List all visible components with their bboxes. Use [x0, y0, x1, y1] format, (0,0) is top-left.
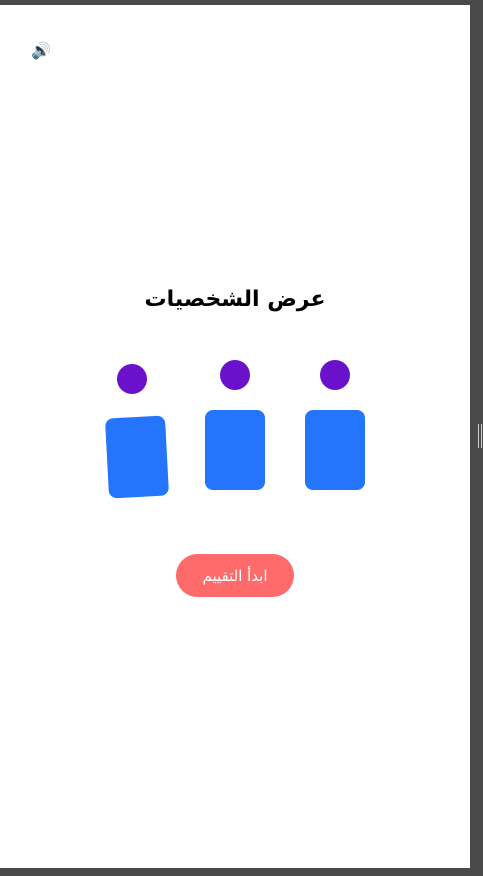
page-title: عرض الشخصيات — [144, 287, 326, 312]
character-head — [320, 360, 350, 390]
character-body — [104, 415, 170, 499]
character-figure-2 — [205, 360, 265, 500]
speaker-icon[interactable]: 🔊 — [30, 41, 52, 61]
character-figure-1 — [104, 361, 170, 501]
character-head — [117, 364, 147, 394]
character-figure-3 — [305, 360, 365, 500]
character-head — [220, 360, 250, 390]
start-evaluation-button[interactable]: ابدأ التقييم — [176, 554, 294, 597]
window-bottom-border — [0, 868, 483, 876]
app-screen: 🔊 عرض الشخصيات ابدأ التقييم — [0, 5, 470, 868]
character-body — [205, 410, 265, 490]
resize-handle[interactable] — [478, 424, 482, 448]
character-body — [305, 410, 365, 490]
